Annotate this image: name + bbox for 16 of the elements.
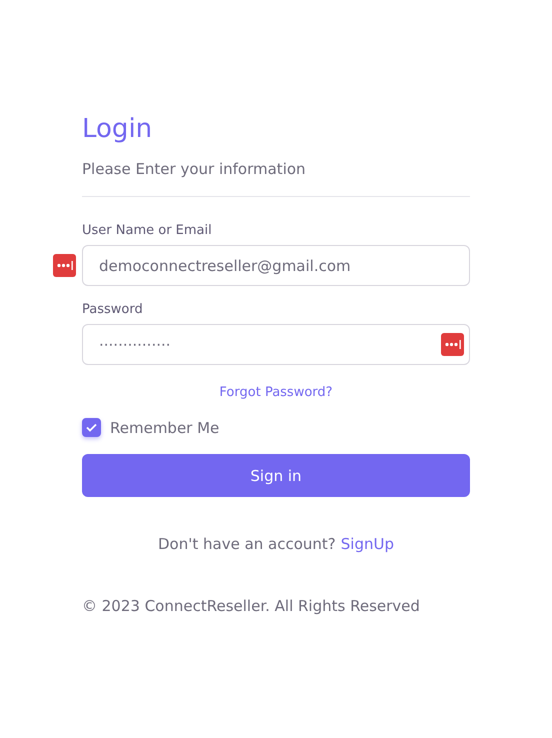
remember-label: Remember Me xyxy=(110,418,220,436)
copyright-text: © 2023 ConnectReseller. All Rights Reserved xyxy=(82,597,421,615)
input-field[interactable]: ··············· xyxy=(82,324,470,365)
password-manager-icon[interactable] xyxy=(53,254,76,277)
signup-prompt: Don't have an account? xyxy=(158,535,336,553)
check-icon xyxy=(86,423,97,432)
field-label: Password xyxy=(82,302,144,317)
field-label: User Name or Email xyxy=(82,223,213,238)
forgot-password-link[interactable]: Forgot Password? xyxy=(219,385,333,400)
input-field[interactable]: democonnectreseller@gmail.com xyxy=(82,245,470,286)
password-manager-icon[interactable] xyxy=(441,333,464,356)
sign-in-button[interactable]: Sign in xyxy=(82,454,470,497)
login-title: Login xyxy=(82,113,154,146)
signup-link[interactable]: SignUp xyxy=(340,535,394,553)
login-subtitle: Please Enter your information xyxy=(82,160,307,178)
remember-checkbox[interactable] xyxy=(82,418,101,437)
